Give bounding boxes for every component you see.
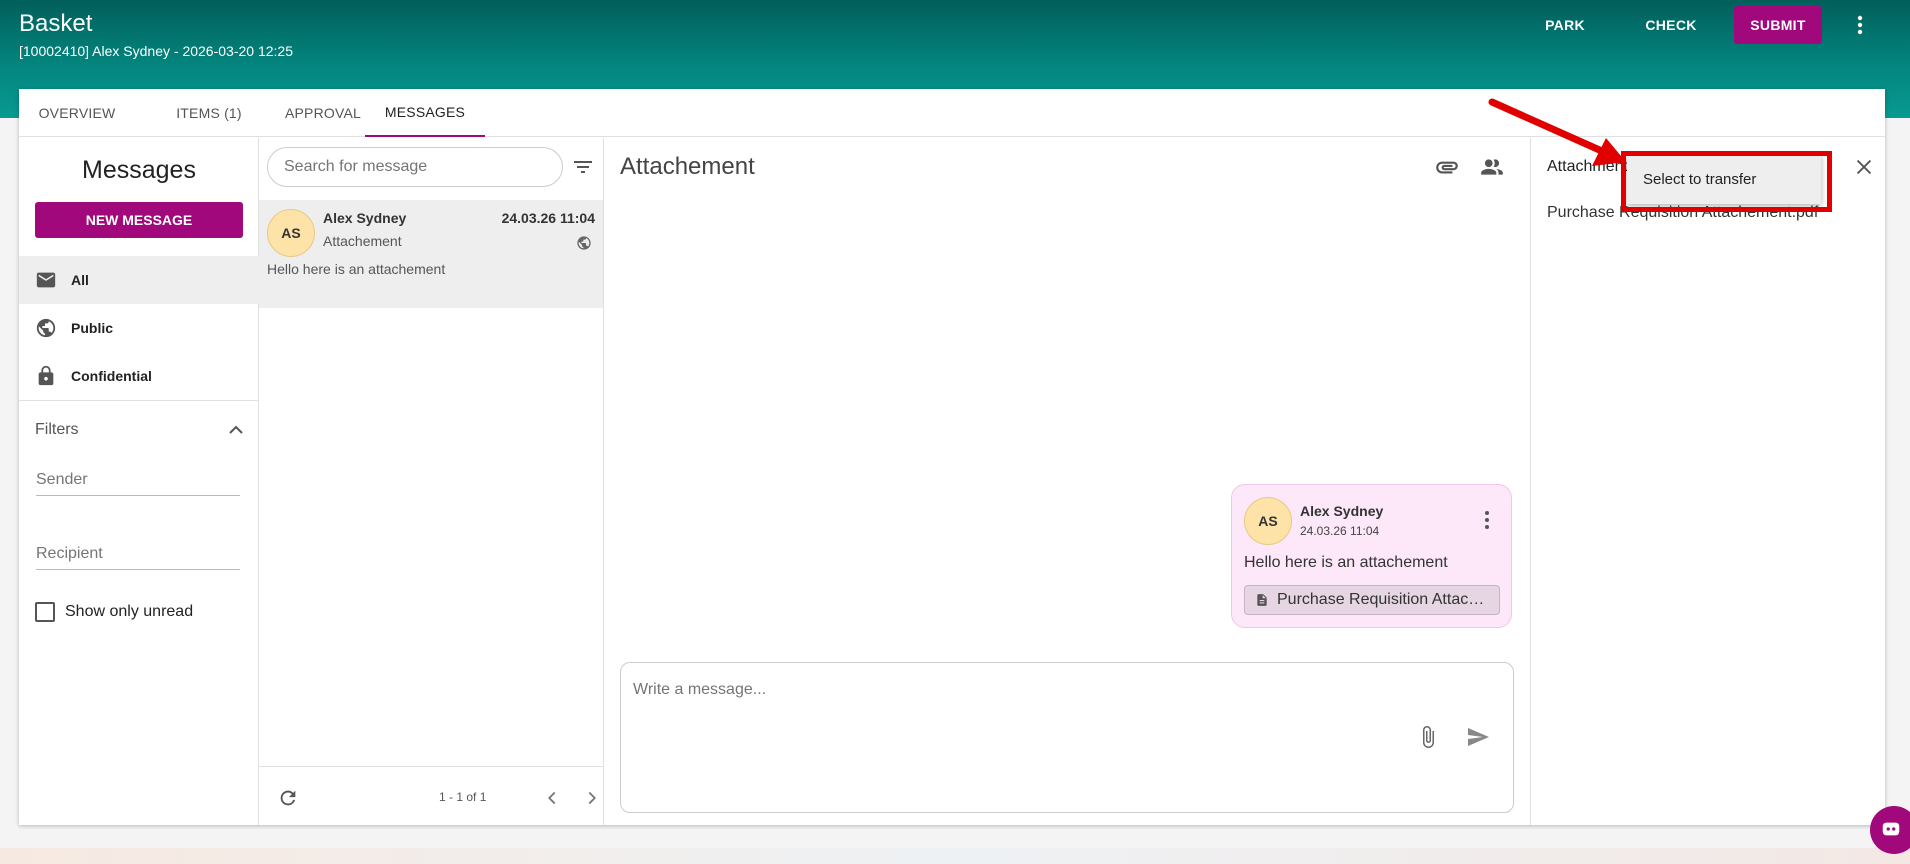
pager-text: 1 - 1 of 1 xyxy=(439,790,487,804)
sender-input[interactable] xyxy=(36,464,240,496)
list-item-subject: Attachement xyxy=(323,233,402,249)
list-item-date: 24.03.26 11:04 xyxy=(501,210,595,226)
send-icon[interactable] xyxy=(1465,725,1491,749)
attachment-chip[interactable]: Purchase Requisition Attachement.pdf xyxy=(1244,585,1500,615)
page-subtitle: [10002410] Alex Sydney - 2026-03-20 12:2… xyxy=(19,43,293,59)
list-item[interactable]: AS Alex Sydney Attachement 24.03.26 11:0… xyxy=(259,200,603,308)
more-vert-icon[interactable] xyxy=(1478,509,1496,531)
sidebar-item-public[interactable]: Public xyxy=(19,304,259,352)
message-sender: Alex Sydney xyxy=(1300,503,1384,519)
check-button[interactable]: CHECK xyxy=(1637,6,1705,44)
sidebar-divider xyxy=(19,400,259,401)
tab-bar: OVERVIEW ITEMS (1) APPROVAL MESSAGES xyxy=(19,89,1885,137)
list-item-sender: Alex Sydney xyxy=(323,210,407,226)
attach-file-icon[interactable] xyxy=(1416,725,1440,749)
main-card: OVERVIEW ITEMS (1) APPROVAL MESSAGES Mes… xyxy=(19,89,1885,825)
submit-button[interactable]: SUBMIT xyxy=(1734,6,1822,44)
park-button[interactable]: PARK xyxy=(1530,6,1600,44)
filter-icon[interactable] xyxy=(571,155,595,179)
message-bubble: AS Alex Sydney 24.03.26 11:04 Hello here… xyxy=(1231,484,1512,628)
sidebar-item-label: All xyxy=(71,272,89,288)
close-icon[interactable] xyxy=(1853,156,1875,178)
avatar: AS xyxy=(1244,497,1292,545)
globe-icon xyxy=(36,318,56,338)
tab-items[interactable]: ITEMS (1) xyxy=(159,89,259,137)
tab-messages[interactable]: MESSAGES xyxy=(365,89,485,137)
sidebar-item-label: Confidential xyxy=(71,368,152,384)
checkbox-box[interactable] xyxy=(35,602,55,622)
sidebar-item-confidential[interactable]: Confidential xyxy=(19,352,259,400)
people-icon[interactable] xyxy=(1479,154,1505,180)
conversation-panel: Attachement AS Alex Sydney 24.03.26 11:0… xyxy=(604,138,1530,825)
conversation-title: Attachement xyxy=(620,153,755,180)
tab-overview[interactable]: OVERVIEW xyxy=(19,89,135,137)
avatar: AS xyxy=(267,209,315,257)
recipient-input[interactable] xyxy=(36,538,240,570)
list-item-preview: Hello here is an attachement xyxy=(267,261,446,277)
list-footer: 1 - 1 of 1 xyxy=(259,766,603,825)
sidebar-item-label: Public xyxy=(71,320,114,336)
message-date: 24.03.26 11:04 xyxy=(1300,524,1380,538)
chat-bot-button[interactable] xyxy=(1870,806,1910,854)
show-only-unread-checkbox[interactable]: Show only unread xyxy=(35,602,193,622)
attachment-icon[interactable] xyxy=(1434,154,1460,180)
sidebar-title: Messages xyxy=(82,156,196,184)
compose-box xyxy=(620,662,1514,813)
message-list: AS Alex Sydney Attachement 24.03.26 11:0… xyxy=(259,138,604,825)
message-input[interactable] xyxy=(633,675,1493,705)
bot-icon xyxy=(1882,822,1900,836)
file-icon xyxy=(1257,594,1267,606)
filters-title: Filters xyxy=(35,421,79,438)
attachment-file-item[interactable]: Purchase Requisition Attachement.pdf xyxy=(1547,204,1818,222)
refresh-icon[interactable] xyxy=(277,787,299,809)
attachments-title: Attachments xyxy=(1547,158,1636,175)
chevron-up-icon xyxy=(229,425,243,434)
messages-sidebar: Messages NEW MESSAGE All Public Confiden… xyxy=(19,138,259,825)
search-input[interactable] xyxy=(267,147,563,187)
attachments-panel: Attachments Purchase Requisition Attache… xyxy=(1530,138,1885,825)
chevron-right-icon[interactable] xyxy=(581,787,603,809)
context-menu-select-to-transfer[interactable]: Select to transfer xyxy=(1627,154,1821,204)
background-strip xyxy=(0,848,1910,864)
more-vert-icon[interactable] xyxy=(1845,6,1875,44)
attachment-name: Purchase Requisition Attachement.pdf xyxy=(1277,591,1493,608)
tab-approval[interactable]: APPROVAL xyxy=(275,89,371,137)
message-text: Hello here is an attachement xyxy=(1244,554,1448,571)
new-message-button[interactable]: NEW MESSAGE xyxy=(35,202,243,238)
sidebar-item-all[interactable]: All xyxy=(19,256,259,304)
globe-icon xyxy=(577,236,591,250)
chevron-left-icon[interactable] xyxy=(541,787,563,809)
checkbox-label: Show only unread xyxy=(65,603,194,620)
lock-icon xyxy=(38,365,54,386)
mail-icon xyxy=(36,272,56,288)
page-title: Basket xyxy=(19,10,93,37)
filters-toggle[interactable]: Filters xyxy=(35,418,243,442)
